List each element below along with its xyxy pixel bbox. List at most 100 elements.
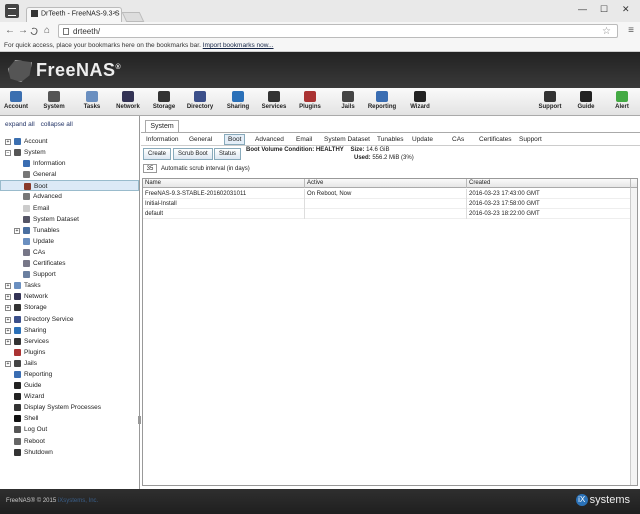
- sidebar-item-directory-service[interactable]: + Directory Service: [0, 314, 139, 325]
- table-scrollbar[interactable]: [630, 188, 637, 485]
- tab-close-icon[interactable]: ×: [113, 10, 117, 17]
- sidebar-item-account[interactable]: + Account: [0, 136, 139, 147]
- sidebar-item-cas[interactable]: CAs: [0, 247, 139, 258]
- toolbar-alert-button[interactable]: Alert: [604, 90, 640, 114]
- column-header-name[interactable]: Name: [143, 179, 305, 188]
- subtab-tunables[interactable]: Tunables: [374, 135, 407, 144]
- subtab-cas[interactable]: CAs: [449, 135, 467, 144]
- minimize-icon[interactable]: —: [578, 4, 587, 14]
- expander-icon[interactable]: +: [5, 305, 11, 312]
- toolbar-network-button[interactable]: Network: [110, 90, 146, 114]
- import-bookmarks-link[interactable]: Import bookmarks now...: [203, 42, 274, 49]
- sidebar-item-system-dataset[interactable]: System Dataset: [0, 214, 139, 225]
- toolbar-wizard-button[interactable]: Wizard: [402, 90, 438, 114]
- subtab-advanced[interactable]: Advanced: [252, 135, 287, 144]
- sidebar-item-information[interactable]: Information: [0, 158, 139, 169]
- expander-icon[interactable]: +: [5, 327, 11, 334]
- toolbar-services-button[interactable]: Services: [256, 90, 292, 114]
- subtab-boot[interactable]: Boot: [224, 134, 246, 145]
- table-row[interactable]: Initial-Install 2016-03-23 17:58:00 GMT: [143, 199, 637, 209]
- sidebar-item-storage[interactable]: + Storage: [0, 302, 139, 313]
- sidebar-item-tunables[interactable]: + Tunables: [0, 225, 139, 236]
- reload-icon[interactable]: C: [29, 24, 40, 37]
- subtab-information[interactable]: Information: [143, 135, 182, 144]
- sidebar-item-guide[interactable]: Guide: [0, 380, 139, 391]
- sidebar-item-boot[interactable]: Boot: [0, 180, 139, 192]
- sidebar-item-shutdown[interactable]: Shutdown: [0, 447, 139, 458]
- scrub-boot-button[interactable]: Scrub Boot: [173, 148, 213, 160]
- subtab-certificates[interactable]: Certificates: [476, 135, 515, 144]
- bookmark-star-icon[interactable]: ☆: [602, 26, 611, 37]
- expander-icon[interactable]: +: [5, 139, 11, 145]
- subtab-update[interactable]: Update: [409, 135, 436, 144]
- url-input[interactable]: drteeth/ ☆: [58, 24, 618, 38]
- company-link[interactable]: iXsystems, Inc.: [58, 498, 98, 504]
- expander-icon[interactable]: +: [5, 283, 11, 290]
- expander-icon[interactable]: +: [5, 316, 11, 323]
- sidebar-item-general[interactable]: General: [0, 169, 139, 180]
- subtab-general[interactable]: General: [186, 135, 215, 144]
- toolbar-directory-button[interactable]: Directory: [182, 90, 218, 114]
- sidebar-item-support[interactable]: Support: [0, 269, 139, 280]
- browser-tab[interactable]: DrTeeth - FreeNAS-9.3-S ×: [26, 7, 122, 22]
- toolbar-guide-button[interactable]: Guide: [568, 90, 604, 114]
- toolbar-reporting-button[interactable]: Reporting: [364, 90, 400, 114]
- browser-profile-icon[interactable]: [5, 4, 19, 18]
- sidebar-item-shell[interactable]: Shell: [0, 413, 139, 424]
- sidebar-item-plugins[interactable]: Plugins: [0, 347, 139, 358]
- expander-icon[interactable]: +: [5, 360, 11, 367]
- scrub-interval-input[interactable]: 35: [143, 164, 157, 173]
- toolbar-storage-button[interactable]: Storage: [146, 90, 182, 114]
- sidebar-item-advanced[interactable]: Advanced: [0, 191, 139, 202]
- guide-icon: [580, 91, 592, 102]
- sidebar-item-reboot[interactable]: Reboot: [0, 436, 139, 447]
- toolbar-jails-button[interactable]: Jails: [330, 90, 366, 114]
- table-row[interactable]: FreeNAS-9.3-STABLE-201602031011 On Reboot…: [143, 189, 637, 199]
- sidebar-item-sharing[interactable]: + Sharing: [0, 325, 139, 336]
- column-header-active[interactable]: Active: [305, 179, 467, 188]
- subtab-support[interactable]: Support: [516, 135, 545, 144]
- toolbar-account-button[interactable]: Account: [0, 90, 34, 114]
- tab-system[interactable]: System: [145, 120, 179, 132]
- collapse-all-link[interactable]: collapse all: [41, 121, 73, 128]
- sidebar-item-certificates[interactable]: Certificates: [0, 258, 139, 269]
- sidebar: expand all collapse all + Account − System In…: [0, 116, 141, 489]
- sidebar-item-email[interactable]: Email: [0, 203, 139, 214]
- sidebar-item-reporting[interactable]: Reporting: [0, 369, 139, 380]
- subtab-system-dataset[interactable]: System Dataset: [321, 135, 373, 144]
- create-button[interactable]: Create: [143, 148, 172, 160]
- toolbar-label: Wizard: [410, 104, 430, 110]
- toolbar-support-button[interactable]: Support: [532, 90, 568, 114]
- expander-icon[interactable]: +: [5, 338, 11, 345]
- sidebar-item-display-system-processes[interactable]: Display System Processes: [0, 402, 139, 413]
- status-button[interactable]: Status: [214, 148, 242, 160]
- forward-icon[interactable]: →: [18, 25, 28, 36]
- sidebar-item-jails[interactable]: + Jails: [0, 358, 139, 369]
- expander-icon[interactable]: −: [5, 150, 11, 157]
- home-icon[interactable]: ⌂: [44, 25, 50, 36]
- new-tab-button[interactable]: [121, 12, 145, 22]
- maximize-icon[interactable]: ☐: [600, 4, 608, 15]
- sidebar-item-network[interactable]: + Network: [0, 291, 139, 302]
- expander-icon[interactable]: +: [14, 227, 20, 234]
- sidebar-item-services[interactable]: + Services: [0, 336, 139, 347]
- sidebar-item-update[interactable]: Update: [0, 236, 139, 247]
- table-row[interactable]: default 2016-03-23 18:22:00 GMT: [143, 209, 637, 219]
- toolbar-sharing-button[interactable]: Sharing: [220, 90, 256, 114]
- toolbar-system-button[interactable]: System: [36, 90, 72, 114]
- column-header-created[interactable]: Created: [467, 179, 631, 188]
- browser-menu-icon[interactable]: ≡: [628, 25, 634, 36]
- sidebar-item-log-out[interactable]: Log Out: [0, 424, 139, 435]
- expander-icon[interactable]: +: [5, 294, 11, 301]
- back-icon[interactable]: ←: [5, 25, 15, 36]
- support-icon: [544, 91, 556, 102]
- sidebar-item-wizard[interactable]: Wizard: [0, 391, 139, 402]
- sharing-icon: [14, 326, 21, 334]
- expand-all-link[interactable]: expand all: [5, 121, 35, 128]
- sidebar-item-tasks[interactable]: + Tasks: [0, 280, 139, 291]
- toolbar-plugins-button[interactable]: Plugins: [292, 90, 328, 114]
- subtab-email[interactable]: Email: [293, 135, 315, 144]
- sidebar-item-system[interactable]: − System: [0, 147, 139, 158]
- close-window-icon[interactable]: ✕: [622, 4, 630, 15]
- toolbar-tasks-button[interactable]: Tasks: [74, 90, 110, 114]
